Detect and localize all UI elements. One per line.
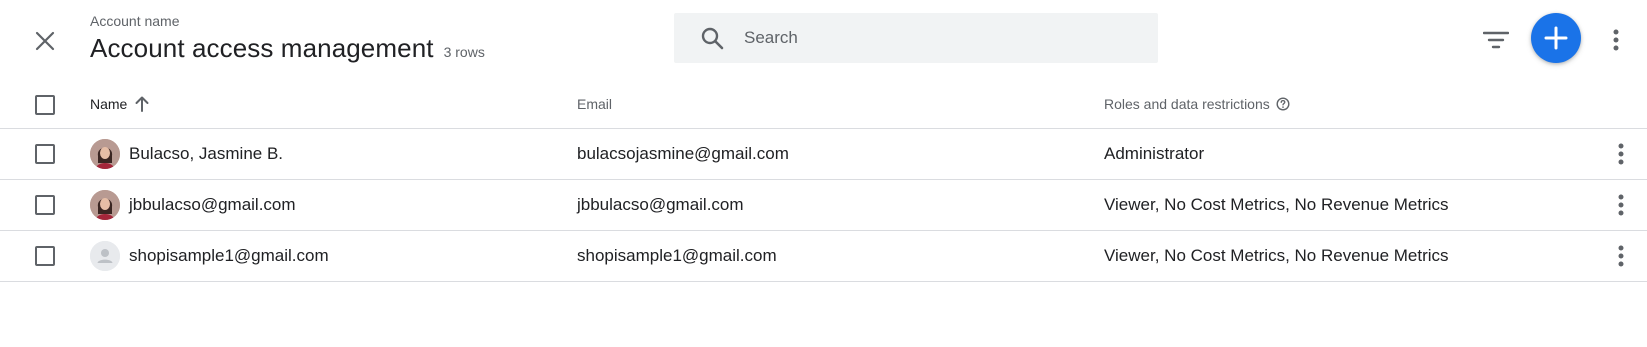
plus-icon: [1544, 26, 1568, 50]
user-email-cell: shopisample1@gmail.com: [577, 246, 777, 265]
row-count: 3 rows: [443, 44, 485, 60]
more-vert-icon: [1618, 143, 1624, 165]
user-name-cell: Bulacso, Jasmine B.: [90, 129, 283, 179]
row-checkbox[interactable]: [35, 195, 55, 215]
search-bar[interactable]: [674, 13, 1158, 63]
user-email-cell: bulacsojasmine@gmail.com: [577, 144, 789, 163]
title-block: Account name Account access management 3…: [90, 12, 485, 65]
row-more-button[interactable]: [1610, 189, 1632, 221]
page-title: Account access management: [90, 33, 434, 63]
more-vert-icon: [1618, 194, 1624, 216]
column-header-name[interactable]: Name: [90, 96, 149, 112]
filter-button[interactable]: [1480, 24, 1512, 56]
column-header-roles-label: Roles and data restrictions: [1104, 96, 1270, 112]
default-person-icon: [90, 241, 120, 271]
row-more-button[interactable]: [1610, 240, 1632, 272]
more-vert-icon: [1613, 29, 1619, 51]
filter-icon: [1483, 31, 1509, 49]
user-name-cell: shopisample1@gmail.com: [90, 231, 329, 281]
avatar: [90, 190, 120, 220]
users-table: Name Email Roles and data restrictions B…: [0, 80, 1647, 282]
page-header: Account name Account access management 3…: [0, 0, 1647, 80]
user-name: shopisample1@gmail.com: [129, 246, 329, 265]
user-roles-cell: Administrator: [1104, 144, 1205, 163]
table-row[interactable]: Bulacso, Jasmine B. bulacsojasmine@gmail…: [0, 129, 1647, 180]
close-button[interactable]: [28, 24, 62, 58]
column-header-email[interactable]: Email: [577, 96, 612, 112]
user-name: Bulacso, Jasmine B.: [129, 144, 284, 163]
add-user-button[interactable]: [1531, 13, 1581, 63]
title-row: Account access management 3 rows: [90, 31, 485, 65]
avatar: [90, 139, 120, 169]
table-header-row: Name Email Roles and data restrictions: [0, 80, 1647, 129]
table-row[interactable]: jbbulacso@gmail.com jbbulacso@gmail.com …: [0, 180, 1647, 231]
row-more-button[interactable]: [1610, 138, 1632, 170]
select-all-checkbox[interactable]: [35, 95, 55, 115]
row-checkbox[interactable]: [35, 246, 55, 266]
user-email-cell: jbbulacso@gmail.com: [577, 195, 744, 214]
user-name-cell: jbbulacso@gmail.com: [90, 180, 296, 230]
close-icon: [35, 31, 55, 51]
column-header-email-label: Email: [577, 96, 613, 112]
row-checkbox[interactable]: [35, 144, 55, 164]
table-row[interactable]: shopisample1@gmail.com shopisample1@gmai…: [0, 231, 1647, 282]
account-name-label: Account name: [90, 13, 180, 29]
user-roles-cell: Viewer, No Cost Metrics, No Revenue Metr…: [1104, 246, 1449, 265]
more-options-button[interactable]: [1604, 24, 1628, 56]
search-input[interactable]: [744, 28, 1124, 48]
user-roles-cell: Viewer, No Cost Metrics, No Revenue Metr…: [1104, 195, 1449, 214]
column-header-name-label: Name: [90, 96, 128, 112]
account-access-page: Account name Account access management 3…: [0, 0, 1647, 347]
search-icon: [697, 23, 727, 53]
user-name: jbbulacso@gmail.com: [129, 195, 296, 214]
help-circle-icon[interactable]: [1276, 97, 1290, 111]
column-header-roles[interactable]: Roles and data restrictions: [1104, 96, 1290, 112]
arrow-up-icon[interactable]: [135, 96, 149, 112]
more-vert-icon: [1618, 245, 1624, 267]
